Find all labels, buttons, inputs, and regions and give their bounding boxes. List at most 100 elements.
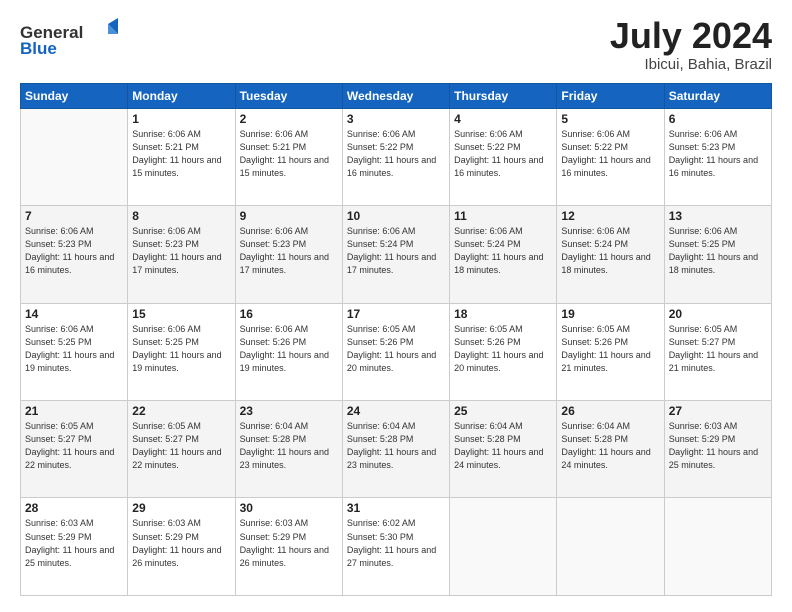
day-info: Sunrise: 6:06 AMSunset: 5:21 PMDaylight:…: [132, 128, 230, 180]
calendar-cell: 30 Sunrise: 6:03 AMSunset: 5:29 PMDayligh…: [235, 498, 342, 596]
day-info: Sunrise: 6:05 AMSunset: 5:26 PMDaylight:…: [347, 323, 445, 375]
calendar-cell: 19 Sunrise: 6:05 AMSunset: 5:26 PMDayligh…: [557, 303, 664, 400]
calendar-cell: 9 Sunrise: 6:06 AMSunset: 5:23 PMDaylight…: [235, 206, 342, 303]
calendar-cell: 29 Sunrise: 6:03 AMSunset: 5:29 PMDayligh…: [128, 498, 235, 596]
calendar-cell: 4 Sunrise: 6:06 AMSunset: 5:22 PMDaylight…: [450, 108, 557, 205]
day-number: 16: [240, 307, 338, 321]
day-info: Sunrise: 6:06 AMSunset: 5:22 PMDaylight:…: [561, 128, 659, 180]
day-info: Sunrise: 6:06 AMSunset: 5:25 PMDaylight:…: [132, 323, 230, 375]
calendar-cell: 1 Sunrise: 6:06 AMSunset: 5:21 PMDaylight…: [128, 108, 235, 205]
day-number: 8: [132, 209, 230, 223]
calendar-cell: 20 Sunrise: 6:05 AMSunset: 5:27 PMDayligh…: [664, 303, 771, 400]
day-number: 18: [454, 307, 552, 321]
calendar-week-row: 7 Sunrise: 6:06 AMSunset: 5:23 PMDaylight…: [21, 206, 772, 303]
calendar-cell: 7Sunrise: 6:06 AMSunset: 5:23 PMDaylight…: [21, 206, 128, 303]
day-number: 1: [132, 112, 230, 126]
calendar-cell: 11 Sunrise: 6:06 AMSunset: 5:24 PMDayligh…: [450, 206, 557, 303]
calendar-cell: 16 Sunrise: 6:06 AMSunset: 5:26 PMDayligh…: [235, 303, 342, 400]
location-title: Ibicui, Bahia, Brazil: [610, 56, 772, 73]
calendar-cell: 26 Sunrise: 6:04 AMSunset: 5:28 PMDayligh…: [557, 401, 664, 498]
calendar-cell: 21 Sunrise: 6:05 AMSunset: 5:27 PMDayligh…: [21, 401, 128, 498]
day-number: 15: [132, 307, 230, 321]
calendar-cell: [664, 498, 771, 596]
day-info: Sunrise: 6:06 AMSunset: 5:23 PMDaylight:…: [240, 225, 338, 277]
day-number: 5: [561, 112, 659, 126]
day-number: 30: [240, 501, 338, 515]
col-header-friday: Friday: [557, 83, 664, 108]
calendar-cell: [450, 498, 557, 596]
calendar-week-row: 28 Sunrise: 6:03 AMSunset: 5:29 PMDayligh…: [21, 498, 772, 596]
day-info: Sunrise: 6:05 AMSunset: 5:27 PMDaylight:…: [132, 420, 230, 472]
calendar-cell: 24 Sunrise: 6:04 AMSunset: 5:28 PMDayligh…: [342, 401, 449, 498]
calendar-cell: 15 Sunrise: 6:06 AMSunset: 5:25 PMDayligh…: [128, 303, 235, 400]
day-number: 10: [347, 209, 445, 223]
day-info: Sunrise: 6:02 AMSunset: 5:30 PMDaylight:…: [347, 517, 445, 569]
calendar-cell: 3 Sunrise: 6:06 AMSunset: 5:22 PMDaylight…: [342, 108, 449, 205]
calendar-table: SundayMondayTuesdayWednesdayThursdayFrid…: [20, 83, 772, 596]
col-header-thursday: Thursday: [450, 83, 557, 108]
day-number: 12: [561, 209, 659, 223]
day-number: 22: [132, 404, 230, 418]
col-header-wednesday: Wednesday: [342, 83, 449, 108]
day-number: 6: [669, 112, 767, 126]
day-info: Sunrise: 6:03 AMSunset: 5:29 PMDaylight:…: [240, 517, 338, 569]
day-info: Sunrise: 6:06 AMSunset: 5:22 PMDaylight:…: [347, 128, 445, 180]
day-number: 29: [132, 501, 230, 515]
day-number: 13: [669, 209, 767, 223]
day-info: Sunrise: 6:03 AMSunset: 5:29 PMDaylight:…: [132, 517, 230, 569]
day-number: 25: [454, 404, 552, 418]
day-number: 2: [240, 112, 338, 126]
day-info: Sunrise: 6:04 AMSunset: 5:28 PMDaylight:…: [347, 420, 445, 472]
day-number: 17: [347, 307, 445, 321]
col-header-monday: Monday: [128, 83, 235, 108]
day-info: Sunrise: 6:04 AMSunset: 5:28 PMDaylight:…: [454, 420, 552, 472]
calendar-cell: 13Sunrise: 6:06 AMSunset: 5:25 PMDayligh…: [664, 206, 771, 303]
day-info: Sunrise: 6:06 AMSunset: 5:24 PMDaylight:…: [454, 225, 552, 277]
day-info: Sunrise: 6:05 AMSunset: 5:26 PMDaylight:…: [561, 323, 659, 375]
day-info: Sunrise: 6:03 AMSunset: 5:29 PMDaylight:…: [669, 420, 767, 472]
logo-text: General Blue: [20, 16, 130, 61]
day-info: Sunrise: 6:06 AMSunset: 5:26 PMDaylight:…: [240, 323, 338, 375]
day-info: Sunrise: 6:06 AMSunset: 5:24 PMDaylight:…: [561, 225, 659, 277]
day-info: Sunrise: 6:05 AMSunset: 5:27 PMDaylight:…: [25, 420, 123, 472]
svg-text:Blue: Blue: [20, 39, 57, 56]
calendar-page: General Blue July 2024 Ibicui, Bahia, Br…: [0, 0, 792, 612]
calendar-week-row: 21 Sunrise: 6:05 AMSunset: 5:27 PMDayligh…: [21, 401, 772, 498]
day-number: 23: [240, 404, 338, 418]
col-header-sunday: Sunday: [21, 83, 128, 108]
calendar-cell: 10 Sunrise: 6:06 AMSunset: 5:24 PMDayligh…: [342, 206, 449, 303]
calendar-week-row: 1 Sunrise: 6:06 AMSunset: 5:21 PMDaylight…: [21, 108, 772, 205]
day-info: Sunrise: 6:06 AMSunset: 5:24 PMDaylight:…: [347, 225, 445, 277]
calendar-week-row: 14Sunrise: 6:06 AMSunset: 5:25 PMDayligh…: [21, 303, 772, 400]
calendar-cell: 28Sunrise: 6:03 AMSunset: 5:29 PMDayligh…: [21, 498, 128, 596]
day-number: 26: [561, 404, 659, 418]
day-number: 3: [347, 112, 445, 126]
day-info: Sunrise: 6:06 AMSunset: 5:23 PMDaylight:…: [132, 225, 230, 277]
calendar-cell: [21, 108, 128, 205]
calendar-cell: 23Sunrise: 6:04 AMSunset: 5:28 PMDayligh…: [235, 401, 342, 498]
day-number: 4: [454, 112, 552, 126]
day-number: 7: [25, 209, 123, 223]
day-number: 20: [669, 307, 767, 321]
day-info: Sunrise: 6:06 AMSunset: 5:23 PMDaylight:…: [669, 128, 767, 180]
calendar-cell: 31Sunrise: 6:02 AMSunset: 5:30 PMDayligh…: [342, 498, 449, 596]
calendar-cell: 2 Sunrise: 6:06 AMSunset: 5:21 PMDaylight…: [235, 108, 342, 205]
day-number: 9: [240, 209, 338, 223]
day-number: 21: [25, 404, 123, 418]
calendar-header-row: SundayMondayTuesdayWednesdayThursdayFrid…: [21, 83, 772, 108]
col-header-saturday: Saturday: [664, 83, 771, 108]
day-number: 11: [454, 209, 552, 223]
calendar-cell: 14Sunrise: 6:06 AMSunset: 5:25 PMDayligh…: [21, 303, 128, 400]
col-header-tuesday: Tuesday: [235, 83, 342, 108]
title-block: July 2024 Ibicui, Bahia, Brazil: [610, 16, 772, 73]
day-number: 24: [347, 404, 445, 418]
day-info: Sunrise: 6:06 AMSunset: 5:22 PMDaylight:…: [454, 128, 552, 180]
day-info: Sunrise: 6:05 AMSunset: 5:27 PMDaylight:…: [669, 323, 767, 375]
day-number: 28: [25, 501, 123, 515]
day-info: Sunrise: 6:06 AMSunset: 5:21 PMDaylight:…: [240, 128, 338, 180]
day-info: Sunrise: 6:04 AMSunset: 5:28 PMDaylight:…: [561, 420, 659, 472]
day-number: 19: [561, 307, 659, 321]
day-info: Sunrise: 6:06 AMSunset: 5:25 PMDaylight:…: [25, 323, 123, 375]
day-info: Sunrise: 6:05 AMSunset: 5:26 PMDaylight:…: [454, 323, 552, 375]
calendar-cell: [557, 498, 664, 596]
